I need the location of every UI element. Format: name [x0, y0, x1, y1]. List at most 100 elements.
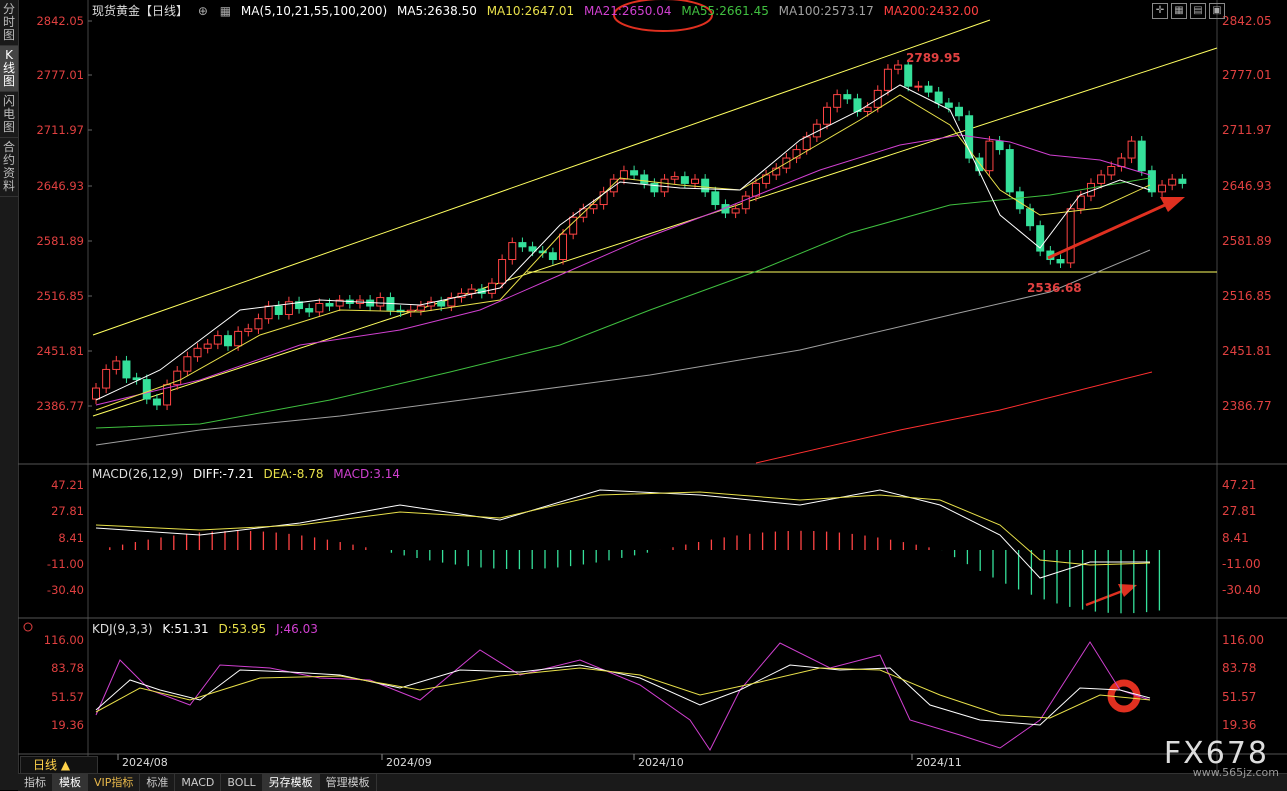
candle-body	[914, 85, 923, 88]
candle-body	[630, 170, 639, 176]
low-price-label: 2536.68	[1027, 281, 1082, 295]
tab-save-template[interactable]: 另存模板	[262, 774, 320, 791]
candle-body	[92, 387, 100, 400]
kdj-j-line	[95, 641, 1151, 751]
bottom-toolbar: 指标 模板 VIP指标 标准 MACD BOLL 另存模板 管理模板	[18, 773, 1287, 791]
macd-tick-left: -30.40	[47, 583, 84, 597]
circle-plus-icon[interactable]: ⊕	[198, 4, 208, 18]
price-tick-left: 2386.77	[36, 399, 84, 413]
macd-header: MACD(26,12,9) DIFF:-7.21 DEA:-8.78 MACD:…	[92, 467, 406, 481]
candle-body	[528, 246, 537, 252]
kdj-tick-left: 51.57	[51, 690, 84, 704]
price-tick-right: 2516.85	[1222, 289, 1272, 303]
tab-standard[interactable]: 标准	[140, 774, 176, 791]
grid-icon[interactable]: ▦	[1171, 3, 1187, 19]
candle-body	[660, 178, 669, 193]
ma55-line	[95, 177, 1151, 429]
crosshair-icon[interactable]: ✛	[1152, 3, 1168, 19]
candle-body	[731, 208, 740, 214]
tab-manage-template[interactable]: 管理模板	[320, 774, 377, 791]
macd-tick-right: 47.21	[1222, 478, 1256, 492]
candle-body	[883, 68, 892, 91]
kdj-j: J:46.03	[275, 622, 318, 636]
candle-body	[122, 360, 131, 379]
price-tick-right: 2711.97	[1222, 123, 1272, 137]
candle-body	[264, 305, 273, 320]
tab-boll[interactable]: BOLL	[221, 774, 263, 791]
price-tick-left: 2646.93	[36, 179, 84, 193]
kdj-d-line	[95, 667, 1151, 719]
candle-body	[315, 302, 324, 313]
candle-body	[1168, 178, 1177, 186]
tab-indicator[interactable]: 指标	[18, 774, 53, 791]
kdj-tick-left: 19.36	[51, 718, 84, 732]
tab-template[interactable]: 模板	[53, 774, 88, 791]
candle-body	[223, 335, 232, 347]
ma55-value: MA55:2661.45	[681, 4, 769, 18]
candle-body	[152, 398, 161, 406]
chart-toolbar: ✛ ▦ ▤ ▣	[1152, 3, 1225, 19]
candle-body	[173, 370, 182, 386]
window-icon[interactable]: ▣	[1209, 3, 1225, 19]
price-tick-right: 2451.81	[1222, 344, 1272, 358]
candle-body	[823, 106, 831, 125]
kline-chart[interactable]: 2842.05 2842.05 2777.01 2777.01 2711.97 2711.…	[0, 0, 1287, 790]
candle-body	[376, 297, 385, 307]
macd-macd: MACD:3.14	[333, 467, 401, 481]
candle-body	[518, 242, 527, 248]
candle-body	[802, 136, 811, 151]
candle-body	[437, 301, 446, 307]
channel-upper-line	[92, 19, 991, 336]
candle-body	[894, 64, 903, 70]
candle-body	[1147, 170, 1156, 193]
candle-body	[142, 379, 151, 400]
ma21-value: MA21:2650.04	[584, 4, 672, 18]
ma10-value: MA10:2647.01	[486, 4, 575, 18]
main-header: 现货黄金【日线】 ⊕ ▦ MA(5,10,21,55,100,200) MA5:…	[92, 2, 985, 19]
trend-arrow-macd	[1085, 588, 1126, 607]
watermark-url: www.565jz.com	[1192, 766, 1279, 779]
ma100-line	[95, 249, 1151, 446]
date-label: 2024/11	[916, 756, 962, 769]
candle-body	[1056, 259, 1065, 264]
symbol-title: 现货黄金【日线】	[92, 4, 189, 18]
candle-body	[680, 176, 689, 184]
candle-body	[650, 182, 659, 193]
macd-tick-right: -30.40	[1222, 583, 1261, 597]
candle-body	[1097, 174, 1106, 184]
high-price-label: 2789.95	[906, 51, 961, 65]
candle-body	[183, 356, 192, 372]
macd-tick-left: 47.21	[51, 478, 84, 492]
candle-body	[924, 85, 933, 93]
kdj-tick-right: 51.57	[1222, 690, 1256, 704]
kdj-tick-right: 116.00	[1222, 633, 1264, 647]
period-selector[interactable]: 日线 ▲	[20, 756, 98, 774]
candle-body	[1137, 140, 1146, 172]
candle-body	[670, 176, 679, 180]
ma100-value: MA100:2573.17	[778, 4, 874, 18]
macd-title: MACD(26,12,9)	[92, 467, 184, 481]
candle-body	[102, 368, 111, 389]
price-tick-right: 2842.05	[1222, 14, 1272, 28]
ma200-value: MA200:2432.00	[883, 4, 979, 18]
candle-body	[1107, 165, 1116, 176]
macd-tick-right: 8.41	[1222, 531, 1249, 545]
ma-icon: ▦	[219, 4, 232, 18]
macd-tick-right: 27.81	[1222, 504, 1256, 518]
candle-body	[1158, 184, 1167, 193]
date-label: 2024/10	[638, 756, 684, 769]
candle-body	[954, 106, 963, 117]
price-tick-left: 2777.01	[36, 68, 84, 82]
tab-macd[interactable]: MACD	[175, 774, 222, 791]
candle-body	[985, 140, 994, 172]
kdj-header: KDJ(9,3,3) K:51.31 D:53.95 J:46.03	[92, 622, 324, 636]
ma-params: MA(5,10,21,55,100,200)	[240, 4, 388, 18]
candle-body	[254, 318, 263, 330]
macd-dea: DEA:-8.78	[263, 467, 324, 481]
tab-vip-indicator[interactable]: VIP指标	[88, 774, 141, 791]
ma5-value: MA5:2638.50	[396, 4, 477, 18]
candle-body	[1005, 149, 1014, 193]
layout-icon[interactable]: ▤	[1190, 3, 1206, 19]
candle-body	[944, 102, 953, 108]
candle-body	[325, 302, 334, 307]
